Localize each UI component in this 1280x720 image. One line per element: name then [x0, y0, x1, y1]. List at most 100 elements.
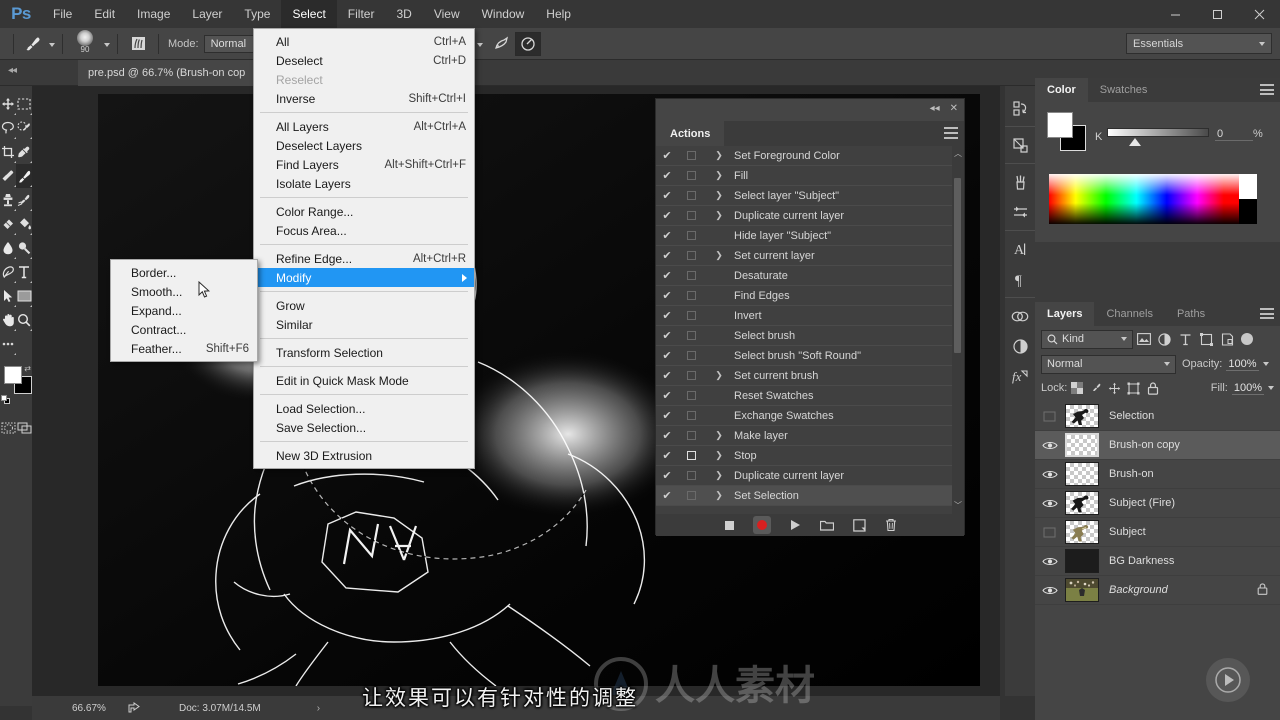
character-icon[interactable]: A: [1005, 234, 1035, 264]
paragraph-icon[interactable]: ¶: [1005, 264, 1035, 294]
layer-visibility-toggle[interactable]: [1035, 585, 1065, 596]
expand-arrow-icon[interactable]: ❯: [704, 150, 734, 161]
brush-panel-toggle-icon[interactable]: [125, 32, 151, 56]
color-foreground-swatch[interactable]: [1047, 112, 1073, 138]
k-slider-thumb[interactable]: [1129, 138, 1141, 146]
action-toggle-checkbox[interactable]: ✔: [656, 169, 678, 182]
layer-visibility-toggle[interactable]: [1035, 556, 1065, 567]
layer-row[interactable]: Brush-on: [1035, 460, 1280, 489]
action-dialog-toggle[interactable]: [678, 291, 704, 300]
play-button[interactable]: [787, 517, 803, 533]
k-channel-value[interactable]: 0: [1215, 128, 1253, 141]
action-toggle-checkbox[interactable]: ✔: [656, 409, 678, 422]
fill-dropdown-icon[interactable]: [1268, 386, 1274, 390]
action-toggle-checkbox[interactable]: ✔: [656, 489, 678, 502]
menu-help[interactable]: Help: [535, 0, 582, 28]
action-toggle-checkbox[interactable]: ✔: [656, 389, 678, 402]
collapse-panels-icon[interactable]: ◂◂: [8, 65, 17, 76]
layers-list[interactable]: Selection Brush-on copy Brush-on Subject…: [1035, 402, 1280, 605]
expand-arrow-icon[interactable]: ❯: [704, 430, 734, 441]
layer-thumbnail[interactable]: [1065, 549, 1099, 573]
collapse-icon[interactable]: ◂◂: [930, 103, 940, 114]
action-toggle-checkbox[interactable]: ✔: [656, 149, 678, 162]
layer-thumbnail[interactable]: [1065, 491, 1099, 515]
menu-item-save-selection[interactable]: Save Selection...: [254, 418, 474, 437]
lock-transparent-pixels-icon[interactable]: [1067, 378, 1086, 398]
tab-layers[interactable]: Layers: [1035, 302, 1095, 326]
action-row[interactable]: ✔ Hide layer "Subject": [656, 226, 964, 246]
opacity-value[interactable]: 100%: [1226, 358, 1259, 371]
expand-arrow-icon[interactable]: ❯: [704, 470, 734, 481]
menu-item-all[interactable]: All Ctrl+A: [254, 32, 474, 51]
layer-thumbnail[interactable]: [1065, 578, 1099, 602]
filter-adjustment-layers-icon[interactable]: [1154, 328, 1175, 350]
menu-image[interactable]: Image: [126, 0, 181, 28]
modify-submenu[interactable]: Border... Smooth... Expand... Contract..…: [110, 259, 258, 362]
blur-tool[interactable]: [0, 236, 16, 260]
edit-toolbar-button[interactable]: [0, 332, 16, 356]
filter-enable-toggle[interactable]: [1241, 333, 1253, 345]
brush-size-preview[interactable]: 90: [70, 29, 100, 59]
styles-fx-icon[interactable]: fx: [1005, 361, 1035, 391]
action-toggle-checkbox[interactable]: ✔: [656, 249, 678, 262]
crop-tool[interactable]: [0, 140, 16, 164]
menu-item-grow[interactable]: Grow: [254, 296, 474, 315]
eyedropper-tool[interactable]: [16, 140, 32, 164]
menu-item-isolate-layers[interactable]: Isolate Layers: [254, 174, 474, 193]
brush-tool[interactable]: [16, 164, 32, 188]
submenu-item-feather[interactable]: Feather... Shift+F6: [111, 339, 257, 358]
lock-image-pixels-icon[interactable]: [1086, 378, 1105, 398]
action-dialog-toggle[interactable]: [678, 171, 704, 180]
action-row[interactable]: ✔ Reset Swatches: [656, 386, 964, 406]
filter-type-layers-icon[interactable]: [1175, 328, 1196, 350]
brush-settings-dropdown[interactable]: [100, 38, 110, 50]
menu-view[interactable]: View: [423, 0, 471, 28]
menu-item-deselect-layers[interactable]: Deselect Layers: [254, 136, 474, 155]
action-dialog-toggle[interactable]: [678, 431, 704, 440]
action-toggle-checkbox[interactable]: ✔: [656, 269, 678, 282]
layer-name[interactable]: BG Darkness: [1109, 555, 1280, 567]
spot-healing-brush-tool[interactable]: [0, 164, 16, 188]
brush-settings-icon[interactable]: [1005, 197, 1035, 227]
layer-row[interactable]: BG Darkness: [1035, 547, 1280, 576]
action-dialog-toggle[interactable]: [678, 191, 704, 200]
color-panel[interactable]: K 0 %: [1035, 102, 1280, 242]
menu-item-refine-edge[interactable]: Refine Edge... Alt+Ctrl+R: [254, 249, 474, 268]
expand-arrow-icon[interactable]: ❯: [704, 450, 734, 461]
menu-edit[interactable]: Edit: [83, 0, 126, 28]
action-row[interactable]: ✔ ❯ Duplicate current layer: [656, 206, 964, 226]
tablet-pressure-icon[interactable]: [515, 31, 541, 56]
layer-row[interactable]: Subject: [1035, 518, 1280, 547]
close-icon[interactable]: ✕: [950, 103, 958, 114]
brush-preset-dropdown[interactable]: [45, 38, 55, 50]
layers-panel-menu-icon[interactable]: [1260, 308, 1274, 319]
action-toggle-checkbox[interactable]: ✔: [656, 349, 678, 362]
quick-mask-icon[interactable]: [0, 418, 16, 438]
layer-visibility-toggle[interactable]: [1035, 469, 1065, 480]
layer-thumbnail[interactable]: [1065, 433, 1099, 457]
action-row[interactable]: ✔ Select brush "Soft Round": [656, 346, 964, 366]
action-toggle-checkbox[interactable]: ✔: [656, 469, 678, 482]
action-row[interactable]: ✔ ❯ Make layer: [656, 426, 964, 446]
action-dialog-toggle[interactable]: [678, 371, 704, 380]
tab-actions[interactable]: Actions: [656, 121, 725, 146]
action-dialog-toggle[interactable]: [678, 211, 704, 220]
actions-list[interactable]: ✔ ❯ Set Foreground Color ✔ ❯ Fill ✔ ❯ Se…: [656, 146, 964, 514]
filter-smart-objects-icon[interactable]: [1217, 328, 1238, 350]
action-dialog-toggle[interactable]: [678, 351, 704, 360]
pen-tool[interactable]: [0, 260, 16, 284]
brush-presets-icon[interactable]: [1005, 167, 1035, 197]
filter-shape-layers-icon[interactable]: [1196, 328, 1217, 350]
rectangular-marquee-tool[interactable]: [16, 92, 32, 116]
action-toggle-checkbox[interactable]: ✔: [656, 429, 678, 442]
actions-scrollbar[interactable]: ︿ ﹀: [952, 146, 964, 514]
menu-file[interactable]: File: [42, 0, 83, 28]
layer-name[interactable]: Selection: [1109, 410, 1280, 422]
submenu-item-expand[interactable]: Expand...: [111, 301, 257, 320]
action-dialog-toggle[interactable]: [678, 271, 704, 280]
dodge-tool[interactable]: [16, 236, 32, 260]
menu-filter[interactable]: Filter: [337, 0, 386, 28]
fill-value[interactable]: 100%: [1231, 382, 1264, 395]
workspace-selector[interactable]: Essentials: [1126, 33, 1272, 54]
action-dialog-toggle[interactable]: [678, 311, 704, 320]
